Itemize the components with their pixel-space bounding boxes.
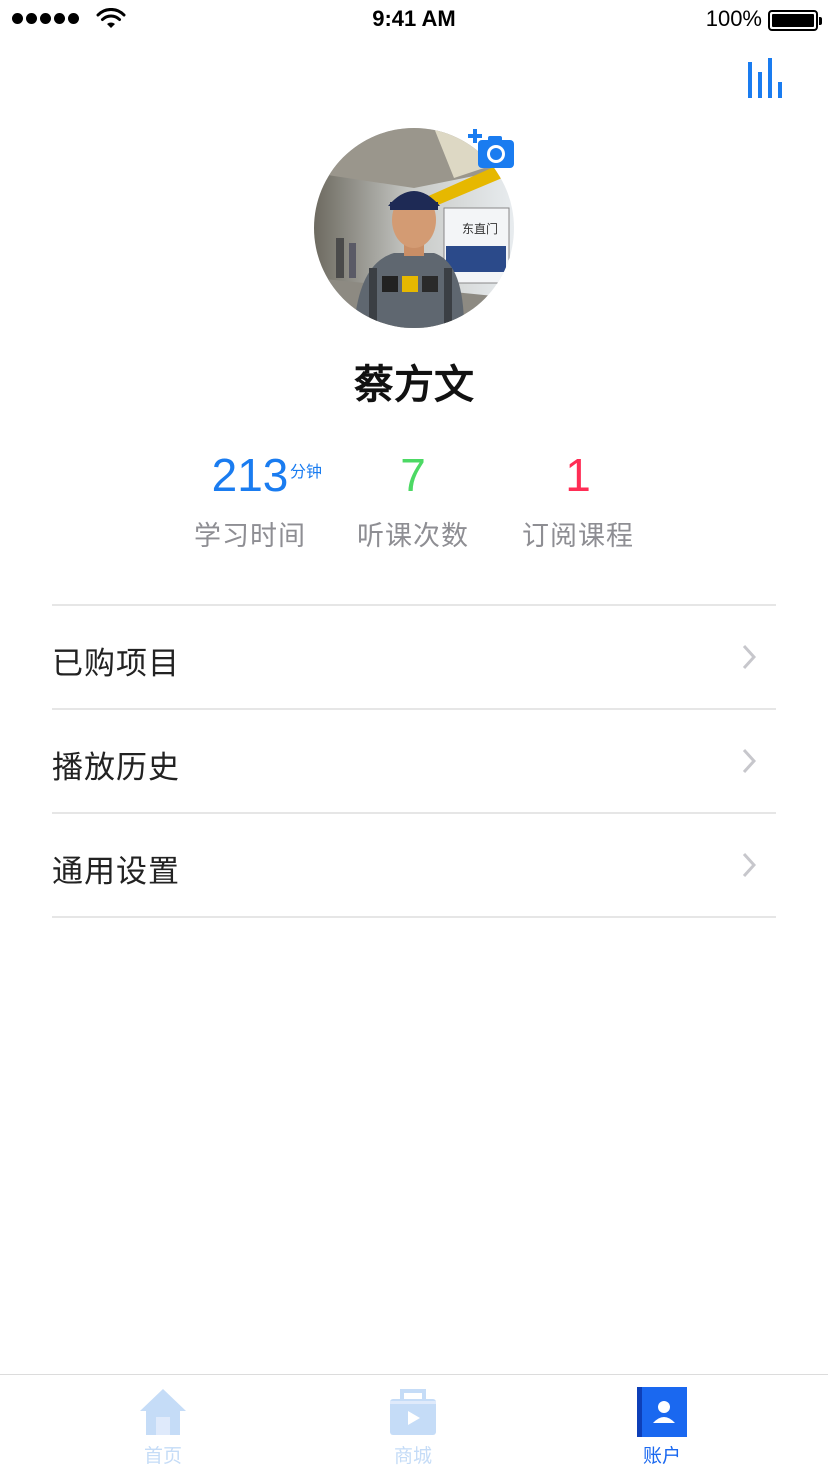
svg-text:东直门: 东直门 — [462, 221, 498, 236]
menu-item-label: 播放历史 — [52, 750, 180, 786]
tab-store[interactable]: 商城 — [353, 1387, 473, 1468]
stat-label: 听课次数 — [357, 521, 469, 552]
chevron-right-icon — [742, 644, 756, 670]
menu-item-general-settings[interactable]: 通用设置 — [52, 814, 776, 918]
stat-value: 1 — [565, 449, 591, 501]
tab-label: 商城 — [393, 1445, 432, 1467]
stat-listen-count: 7 听课次数 — [331, 450, 495, 553]
tab-home[interactable]: 首页 — [103, 1387, 223, 1468]
chevron-right-icon — [742, 852, 756, 878]
avatar-container: 东直门 — [314, 128, 514, 328]
menu-item-label: 已购项目 — [52, 646, 180, 682]
user-name: 蔡方文 — [354, 362, 474, 408]
settings-menu: 已购项目 播放历史 通用设置 — [52, 604, 776, 918]
account-icon — [637, 1387, 687, 1437]
study-time-value: 213 — [211, 449, 289, 501]
stat-value: 213 分钟 — [168, 450, 332, 500]
menu-item-label: 通用设置 — [52, 854, 180, 890]
stat-label: 学习时间 — [194, 521, 306, 552]
statistics-icon[interactable] — [742, 56, 792, 102]
menu-item-play-history[interactable]: 播放历史 — [52, 710, 776, 814]
menu-item-purchased[interactable]: 已购项目 — [52, 606, 776, 710]
battery-percent: 100% — [705, 6, 762, 31]
stat-value: 7 — [400, 449, 426, 501]
tab-account[interactable]: 账户 — [602, 1387, 722, 1468]
tab-label: 账户 — [642, 1445, 681, 1467]
stat-unit: 分钟 — [290, 464, 323, 481]
chevron-right-icon — [742, 748, 756, 774]
store-icon — [390, 1389, 436, 1435]
status-time: 9:41 AM — [372, 6, 456, 31]
tab-bar: 首页 商城 账户 — [0, 1374, 828, 1472]
add-photo-icon[interactable] — [468, 128, 516, 172]
stat-subscribed-courses: 1 订阅课程 — [496, 450, 660, 553]
home-icon — [140, 1389, 186, 1435]
stat-study-time: 213 分钟 学习时间 — [168, 450, 332, 553]
tab-label: 首页 — [143, 1445, 182, 1467]
battery-icon — [768, 10, 822, 31]
stat-label: 订阅课程 — [522, 521, 634, 552]
status-bar: 9:41 AM 100% — [0, 0, 828, 40]
